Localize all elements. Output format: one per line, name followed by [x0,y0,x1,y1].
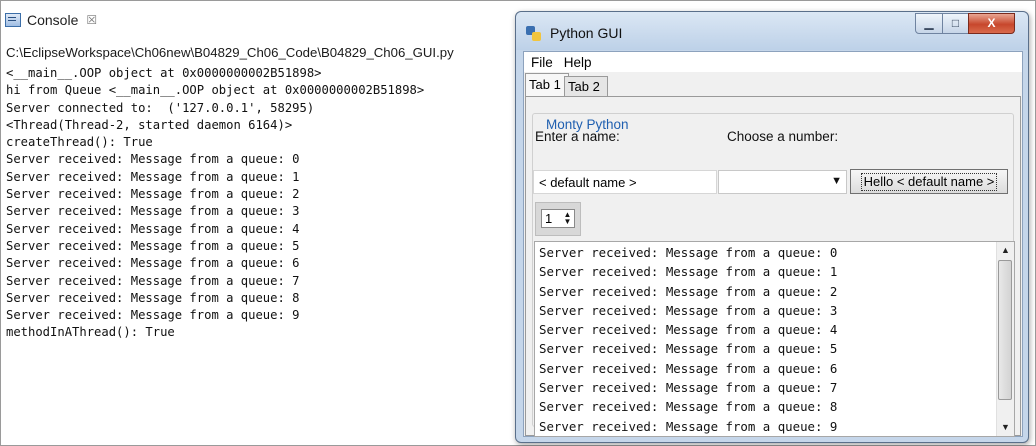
vertical-scrollbar[interactable]: ▲ ▼ [996,242,1014,436]
chevron-down-icon[interactable]: ▼ [831,175,842,187]
hello-button-label: Hello < default name > [860,173,998,191]
number-spinbox[interactable]: 1 ▲ ▼ [541,209,575,228]
hello-button[interactable]: Hello < default name > [850,169,1008,194]
title-bar[interactable]: Python GUI ▁ □ X [516,12,1028,50]
name-entry[interactable]: < default name > [533,170,717,194]
window-client-area: File Help Tab 1 Tab 2 Monty Python Enter… [523,51,1023,437]
console-close-icon[interactable]: ☒ [86,13,97,27]
close-button[interactable]: X [968,13,1015,34]
minimize-button[interactable]: ▁ [915,13,943,34]
scrollbar-thumb[interactable] [998,260,1012,400]
tab-1[interactable]: Tab 1 [525,73,569,96]
console-icon [5,13,21,27]
scroll-up-icon[interactable]: ▲ [997,242,1014,259]
console-script-path: C:\EclipseWorkspace\Ch06new\B04829_Ch06_… [6,45,454,60]
menu-help[interactable]: Help [564,55,592,70]
console-output[interactable]: <__main__.OOP object at 0x0000000002B518… [6,65,424,342]
spinbox-value: 1 [545,211,553,226]
python-gui-window: Python GUI ▁ □ X File Help Tab 1 Tab 2 M… [515,11,1029,443]
menu-file[interactable]: File [531,55,553,70]
spinbox-frame: 1 ▲ ▼ [535,202,581,236]
name-label: Enter a name: [535,129,620,144]
window-title: Python GUI [550,25,623,41]
spin-arrows-icon[interactable]: ▲ ▼ [563,211,572,226]
maximize-button[interactable]: □ [942,13,969,34]
number-combobox[interactable]: ▼ [718,170,847,194]
number-label: Choose a number: [727,129,839,144]
scrolled-text[interactable]: Server received: Message from a queue: 0… [534,241,1015,437]
python-gui-icon [526,26,542,42]
scrolled-text-content[interactable]: Server received: Message from a queue: 0… [539,243,837,436]
scroll-down-icon[interactable]: ▼ [997,419,1014,436]
menu-bar: File Help [524,52,1022,72]
console-tab-label: Console [27,12,79,28]
console-view: Console ☒ C:\EclipseWorkspace\Ch06new\B0… [1,1,513,444]
console-tab[interactable]: Console ☒ [5,9,97,31]
tab-2[interactable]: Tab 2 [564,76,608,96]
